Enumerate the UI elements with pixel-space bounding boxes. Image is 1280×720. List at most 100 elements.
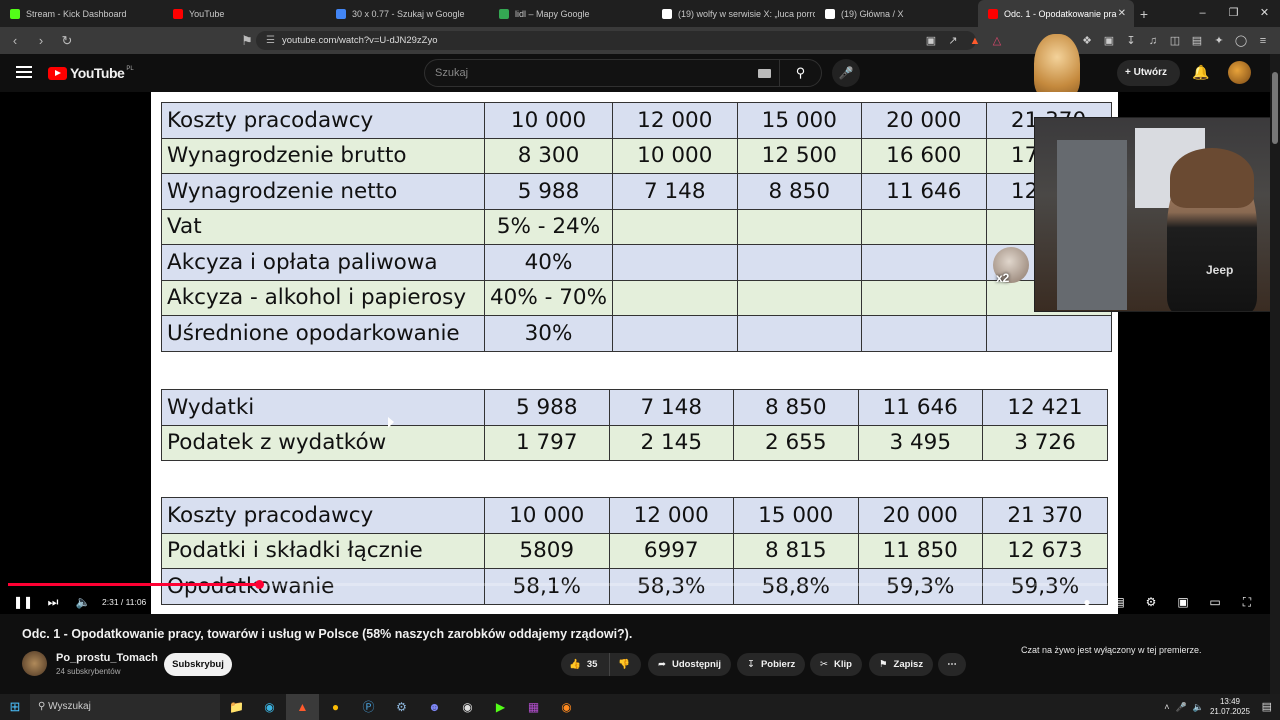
channel-avatar[interactable]	[22, 651, 47, 676]
voice-search-icon[interactable]: 🎤	[832, 59, 860, 87]
settings-gear-icon[interactable]: ⚙	[1140, 595, 1162, 609]
save-button[interactable]: ⚑ Zapisz	[869, 653, 934, 676]
clock[interactable]: 13:49 21.07.2025	[1210, 697, 1250, 717]
site-info-icon[interactable]: ☰	[266, 31, 275, 50]
youtube-header: YouTube PL Szukaj ⚲ 🎤 + Utwórz 🔔	[0, 54, 1280, 92]
browser-tab[interactable]: Odc. 1 - Opodatkowanie pra ✕	[978, 0, 1134, 27]
youtube-logo[interactable]: YouTube PL	[48, 65, 134, 81]
hamburger-menu-icon[interactable]	[16, 66, 32, 78]
table-row: Wynagrodzenie brutto 8 300 10 000 12 500 16 …	[161, 137, 1112, 174]
table-cell: 16 600	[861, 137, 987, 174]
tab-favicon-icon	[988, 8, 998, 19]
rewards-icon[interactable]: △	[990, 34, 1004, 48]
screenshot-icon[interactable]: ▣	[1102, 34, 1116, 48]
speaker-icon[interactable]: 🔈	[1193, 702, 1204, 713]
like-button[interactable]: 👍 35	[561, 653, 609, 676]
browser-tab[interactable]: (19) wolfy w serwisie X: „luca porro l	[652, 0, 815, 27]
download-button[interactable]: ↧ Pobierz	[737, 653, 806, 676]
player-controls: ❚❚ ⏭ 🔈 2:31 / 11:06 ● ▤ ⚙ ▣ ▭ ⛶	[0, 590, 1270, 614]
search-input[interactable]: Szukaj ⚲	[424, 59, 822, 87]
extensions-icon[interactable]: ❖	[1080, 34, 1094, 48]
tray-chevron-icon[interactable]: ˄	[1164, 702, 1169, 712]
share-button[interactable]: ➦ Udostępnij	[648, 653, 732, 676]
search-icon[interactable]: ⚲	[779, 60, 821, 86]
keyboard-icon[interactable]	[758, 69, 771, 78]
menu-icon[interactable]: ≡	[1256, 34, 1270, 48]
browser-tab[interactable]: Stream - Kick Dashboard	[0, 0, 163, 27]
share-arrow-icon: ➦	[658, 659, 666, 670]
scrollbar-thumb[interactable]	[1272, 72, 1278, 144]
browser-tab[interactable]: 30 x 0.77 - Szukaj w Google	[326, 0, 489, 27]
wallet-icon[interactable]: ▤	[1190, 34, 1204, 48]
create-button[interactable]: + Utwórz	[1117, 60, 1180, 86]
bookmark-icon[interactable]: ⚑	[236, 33, 258, 49]
close-tab-icon[interactable]: ✕	[1118, 8, 1126, 19]
table-cell: 21 370	[982, 497, 1108, 534]
close-window-icon[interactable]: ✕	[1249, 0, 1280, 27]
taskbar-search[interactable]: ⚲ Wyszukaj	[30, 694, 220, 720]
subscribe-button[interactable]: Subskrybuj	[164, 653, 232, 676]
cast-icon[interactable]: ▣	[924, 34, 938, 48]
notifications-bell-icon[interactable]: 🔔	[1192, 64, 1209, 81]
browser-tab[interactable]: YouTube	[163, 0, 326, 27]
leo-icon[interactable]: ✦	[1212, 34, 1226, 48]
sidebar-icon[interactable]: ◫	[1168, 34, 1182, 48]
edge-icon[interactable]: ◉	[253, 694, 286, 720]
restore-icon[interactable]: ❐	[1218, 0, 1249, 27]
forward-icon[interactable]: ›	[30, 33, 52, 48]
dislike-button[interactable]: 👎	[609, 653, 641, 676]
more-actions-icon[interactable]: ⋯	[938, 653, 966, 676]
clip-label: Klip	[833, 659, 852, 670]
page-scrollbar[interactable]	[1270, 54, 1280, 694]
pause-icon[interactable]: ❚❚	[8, 595, 38, 609]
windows-start-icon[interactable]: ⊞	[0, 699, 30, 715]
autoplay-toggle-icon[interactable]: ●	[1076, 595, 1098, 609]
miniplayer-icon[interactable]: ▣	[1172, 595, 1194, 609]
obs-icon[interactable]: ◉	[451, 694, 484, 720]
table-cell: 6997	[608, 532, 734, 569]
brave-shield-icon[interactable]: ▲	[968, 34, 982, 48]
clip-button[interactable]: ✂ Klip	[810, 653, 862, 676]
vpn-icon[interactable]: ◯	[1234, 34, 1248, 48]
downloads-icon[interactable]: ↧	[1124, 34, 1138, 48]
table-cell	[861, 244, 987, 281]
browser-tab[interactable]: (19) Główna / X	[815, 0, 978, 27]
table-row: Podatek z wydatków 1 797 2 145 2 655 3 495 3 …	[161, 424, 1108, 461]
new-tab-icon[interactable]: +	[1134, 6, 1154, 22]
table-cell: 12 673	[982, 532, 1108, 569]
table-cell: 20 000	[857, 497, 983, 534]
progress-bar[interactable]	[8, 580, 1113, 589]
browser-tab[interactable]: lidl – Mapy Google	[489, 0, 652, 27]
theater-mode-icon[interactable]: ▭	[1204, 595, 1226, 609]
steam-icon[interactable]: ⚙	[385, 694, 418, 720]
brave-icon[interactable]: ▲	[286, 694, 319, 720]
next-icon[interactable]: ⏭	[38, 595, 68, 610]
microphone-icon[interactable]: 🎤	[1176, 702, 1187, 713]
tab-label: Stream - Kick Dashboard	[26, 8, 127, 19]
row-label: Akcyza - alkohol i papierosy	[161, 279, 485, 316]
salary-table: Koszty pracodawcy 10 000 12 000 15 000 20 00…	[161, 102, 1112, 352]
tab-label: (19) Główna / X	[841, 8, 904, 19]
chrome-icon[interactable]: ●	[319, 694, 352, 720]
spreadsheet-icon[interactable]: ▦	[517, 694, 550, 720]
ccleaner-icon[interactable]: Ⓟ	[352, 694, 385, 720]
minimize-icon[interactable]: –	[1187, 0, 1218, 27]
share-icon[interactable]: ↗	[946, 34, 960, 48]
account-avatar[interactable]	[1228, 61, 1251, 84]
file-explorer-icon[interactable]: 📁	[220, 694, 253, 720]
url-field[interactable]: ☰ youtube.com/watch?v=U-dJN29zZyo	[256, 31, 976, 50]
progress-scrubber[interactable]	[254, 580, 264, 589]
channel-name[interactable]: Po_prostu_Tomach	[56, 652, 158, 664]
reload-icon[interactable]: ↻	[56, 33, 78, 49]
media-icon[interactable]: ♫	[1146, 34, 1160, 48]
discord-icon[interactable]: ☻	[418, 694, 451, 720]
notification-center-icon[interactable]: ▤	[1262, 700, 1272, 713]
subtitles-icon[interactable]: ▤	[1108, 595, 1130, 609]
kick-icon[interactable]: ▶	[484, 694, 517, 720]
scissors-icon: ✂	[820, 659, 828, 670]
firefox-icon[interactable]: ◉	[550, 694, 583, 720]
table-cell: 40% - 70%	[483, 279, 614, 316]
fullscreen-icon[interactable]: ⛶	[1236, 595, 1258, 610]
back-icon[interactable]: ‹	[4, 33, 26, 48]
volume-icon[interactable]: 🔈	[68, 595, 98, 609]
